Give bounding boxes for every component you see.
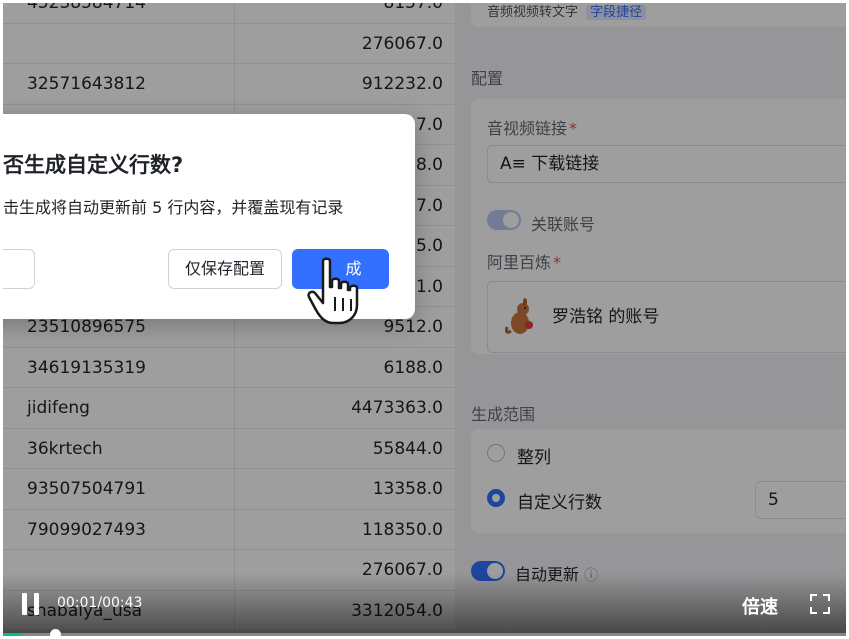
- pause-icon[interactable]: [22, 593, 42, 615]
- progress-bar[interactable]: [3, 629, 846, 636]
- modal-overlay: [3, 3, 846, 636]
- cancel-button[interactable]: [3, 249, 35, 289]
- time-display: 00:01/00:43: [57, 595, 143, 611]
- progress-handle[interactable]: [50, 629, 62, 636]
- video-frame: 45238584714 8157.0 276067.0 32571643812 9122…: [3, 3, 846, 636]
- dialog-title: 否生成自定义行数?: [3, 153, 184, 177]
- save-config-only-button[interactable]: 仅保存配置: [168, 249, 282, 289]
- video-controls: 00:01/00:43 倍速: [3, 573, 846, 636]
- speed-button[interactable]: 倍速: [742, 593, 778, 619]
- fullscreen-icon[interactable]: [809, 593, 831, 615]
- progress-fill: [3, 633, 23, 636]
- hand-pointer-icon: [307, 257, 359, 325]
- dialog-description: 击生成将自动更新前 5 行内容，并覆盖现有记录: [3, 198, 344, 217]
